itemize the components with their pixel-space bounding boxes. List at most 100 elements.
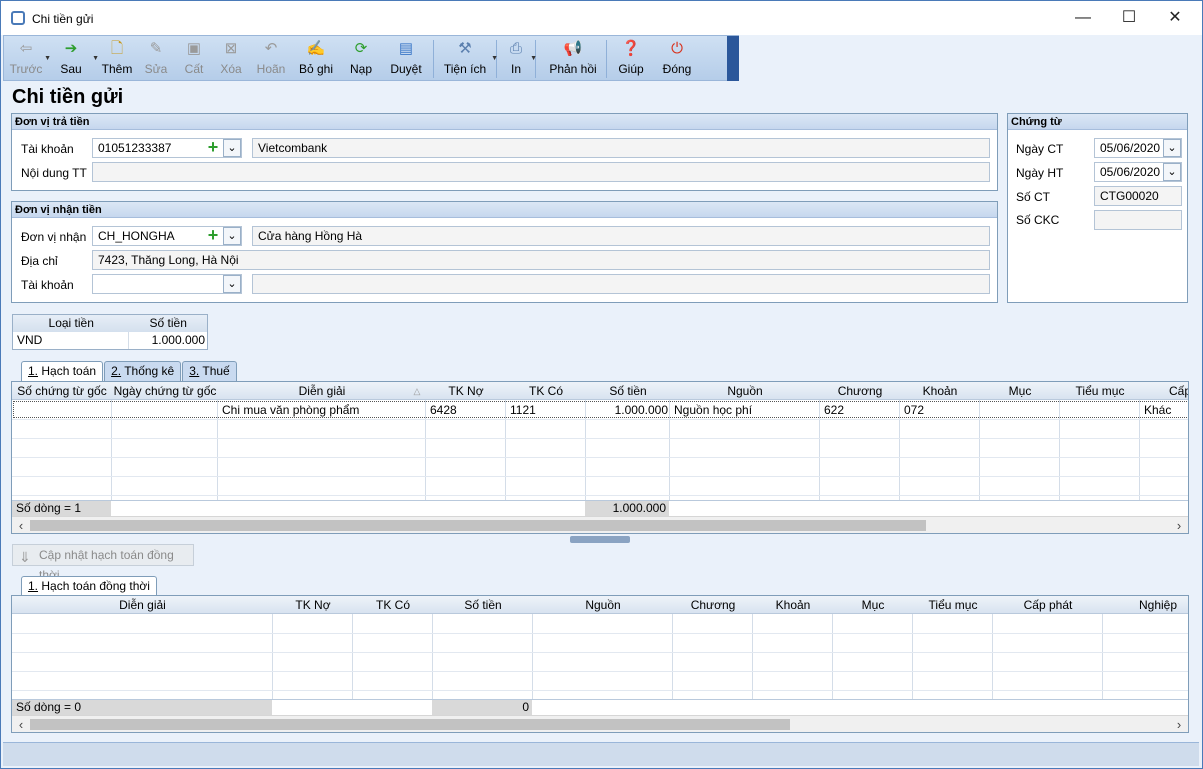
scrollbar-thumb[interactable] (30, 719, 790, 730)
payee-unit-name[interactable]: Cửa hàng Hồng Hà (252, 226, 990, 246)
close-button[interactable]: ✕ (1152, 5, 1198, 31)
prev-button[interactable]: ⇦ Trước ▼ (7, 36, 51, 80)
col-header[interactable]: TK Nợ (273, 596, 353, 614)
chevron-down-icon[interactable]: ⌄ (1163, 139, 1181, 157)
grid-divider (992, 614, 993, 700)
cell-amount[interactable]: 1.000.000 (588, 402, 668, 418)
col-header[interactable]: Khoản (753, 596, 833, 614)
payee-account-name[interactable] (252, 274, 990, 294)
col-header[interactable]: Số chứng từ gốc (12, 382, 112, 400)
address-label: Địa chỉ (21, 254, 58, 268)
col-header[interactable]: Mục (980, 382, 1060, 400)
unpost-button[interactable]: ✍ Bỏ ghi (293, 36, 339, 80)
window-title: Chi tiền gửi (32, 12, 94, 26)
title-bar: Chi tiền gửi — ☐ ✕ (1, 1, 1202, 35)
print-button[interactable]: ⎙ In ▼ (501, 36, 537, 80)
scroll-right-icon[interactable]: › (1172, 517, 1186, 533)
chevron-down-icon[interactable]: ⌄ (223, 227, 241, 245)
grid-divider (432, 614, 433, 700)
chevron-down-icon[interactable]: ⌄ (223, 275, 241, 293)
toolbar-overflow-button[interactable] (727, 36, 739, 81)
chevron-down-icon[interactable]: ⌄ (223, 139, 241, 157)
splitter-handle[interactable] (570, 536, 630, 543)
address-input[interactable]: 7423, Thăng Long, Hà Nội (92, 250, 990, 270)
add-icon[interactable]: + (204, 226, 222, 245)
horizontal-scrollbar[interactable]: ‹ › (12, 516, 1188, 533)
currency-amount-cell[interactable]: 1.000.000 (129, 332, 207, 349)
arrow-left-icon: ⇦ (19, 40, 33, 57)
close-form-button[interactable]: ⏻ Đóng (655, 36, 699, 80)
currency-type-header: Loại tiền (48, 316, 94, 330)
horizontal-scrollbar[interactable]: ‹ › (12, 715, 1188, 732)
col-header[interactable]: Tiểu mục (913, 596, 993, 614)
add-icon[interactable]: + (204, 138, 222, 157)
cell-section[interactable]: 072 (904, 402, 924, 418)
scroll-right-icon[interactable]: › (1172, 716, 1186, 732)
col-header[interactable]: Mục (833, 596, 913, 614)
currency-row[interactable]: VND 1.000.000 (13, 332, 207, 349)
cell-source[interactable]: Nguồn học phí (674, 402, 752, 418)
next-button[interactable]: ➔ Sau ▼ (49, 36, 99, 80)
add-doc-icon: 🗋 (110, 40, 124, 57)
col-header[interactable]: Ngày chứng từ gốc (112, 382, 218, 400)
cell-chapter[interactable]: 622 (824, 402, 844, 418)
help-button[interactable]: ❓ Giúp (611, 36, 651, 80)
scroll-left-icon[interactable]: ‹ (14, 716, 28, 732)
sort-asc-icon: △ (413, 386, 421, 396)
undo-button[interactable]: ↶ Hoãn (249, 36, 293, 80)
tab-accounting[interactable]: 1. Hạch toán (21, 361, 104, 381)
chevron-down-icon[interactable]: ⌄ (1163, 163, 1181, 181)
col-header[interactable]: TK Có (506, 382, 586, 400)
col-header[interactable]: Cấp (1140, 382, 1188, 400)
delete-button[interactable]: ⊠ Xóa (213, 36, 249, 80)
currency-type-cell[interactable]: VND (13, 332, 130, 349)
minimize-button[interactable]: — (1060, 5, 1106, 31)
transfer-number-input[interactable] (1094, 210, 1182, 230)
update-simultaneous-button[interactable]: ⇓ Cập nhật hạch toán đồng thời (12, 544, 194, 582)
tab-tax[interactable]: 3. Thuế (182, 361, 237, 381)
tab-simultaneous-accounting[interactable]: 1. Hạch toán đồng thời (21, 576, 157, 596)
currency-amount-header: Số tiền (149, 316, 187, 330)
col-header[interactable]: Diễn giải (218, 382, 426, 400)
cell-debit-account[interactable]: 6428 (430, 402, 457, 418)
scroll-left-icon[interactable]: ‹ (14, 517, 28, 533)
payer-bank-name[interactable]: Vietcombank (252, 138, 990, 158)
col-header[interactable]: Số tiền (433, 596, 533, 614)
col-header[interactable]: Nguồn (533, 596, 673, 614)
pen-cross-icon: ✍ (306, 40, 326, 57)
review-button[interactable]: ▤ Duyệt (383, 36, 429, 80)
utilities-button[interactable]: ⚒ Tiện ích ▼ (438, 36, 498, 80)
cell-description[interactable]: Chi mua văn phòng phẩm (222, 402, 359, 418)
col-header[interactable]: Diễn giải (12, 596, 273, 614)
col-header[interactable]: TK Có (353, 596, 433, 614)
col-header[interactable]: Khoản (900, 382, 980, 400)
cell-level[interactable]: Khác (1144, 402, 1171, 418)
payee-unit-label: Đơn vị nhận (21, 230, 87, 244)
maximize-button[interactable]: ☐ (1106, 5, 1152, 31)
payee-account-combo[interactable] (92, 274, 242, 294)
cell-credit-account[interactable]: 1121 (510, 402, 536, 418)
voucher-number-input[interactable]: CTG00020 (1094, 186, 1182, 206)
app-icon (11, 11, 25, 25)
add-button[interactable]: 🗋 Thêm (97, 36, 137, 80)
grid-row-line (12, 652, 1188, 653)
feedback-button[interactable]: 📢 Phản hồi (544, 36, 602, 80)
grid-divider (352, 614, 353, 700)
col-header[interactable]: Cấp phát (993, 596, 1103, 614)
payment-content-input[interactable] (92, 162, 990, 182)
col-header[interactable]: Chương (820, 382, 900, 400)
save-button[interactable]: ▣ Cất (175, 36, 213, 80)
edit-button[interactable]: ✎ Sửa (137, 36, 175, 80)
tab-statistics[interactable]: 2. Thống kê (104, 361, 182, 381)
total-amount: 0 (432, 700, 532, 715)
load-button[interactable]: ⟳ Nạp (339, 36, 383, 80)
scrollbar-thumb[interactable] (30, 520, 926, 531)
grid-row-line (12, 438, 1188, 439)
col-header[interactable]: Chương (673, 596, 753, 614)
col-header[interactable]: Nghiệp (1103, 596, 1188, 614)
col-header[interactable]: TK Nợ (426, 382, 506, 400)
col-header[interactable]: Số tiền (586, 382, 670, 400)
col-header[interactable]: Nguồn (670, 382, 820, 400)
col-header[interactable]: Tiểu mục (1060, 382, 1140, 400)
table-row[interactable]: Chi mua văn phòng phẩm 6428 1121 1.000.0… (13, 401, 1188, 418)
